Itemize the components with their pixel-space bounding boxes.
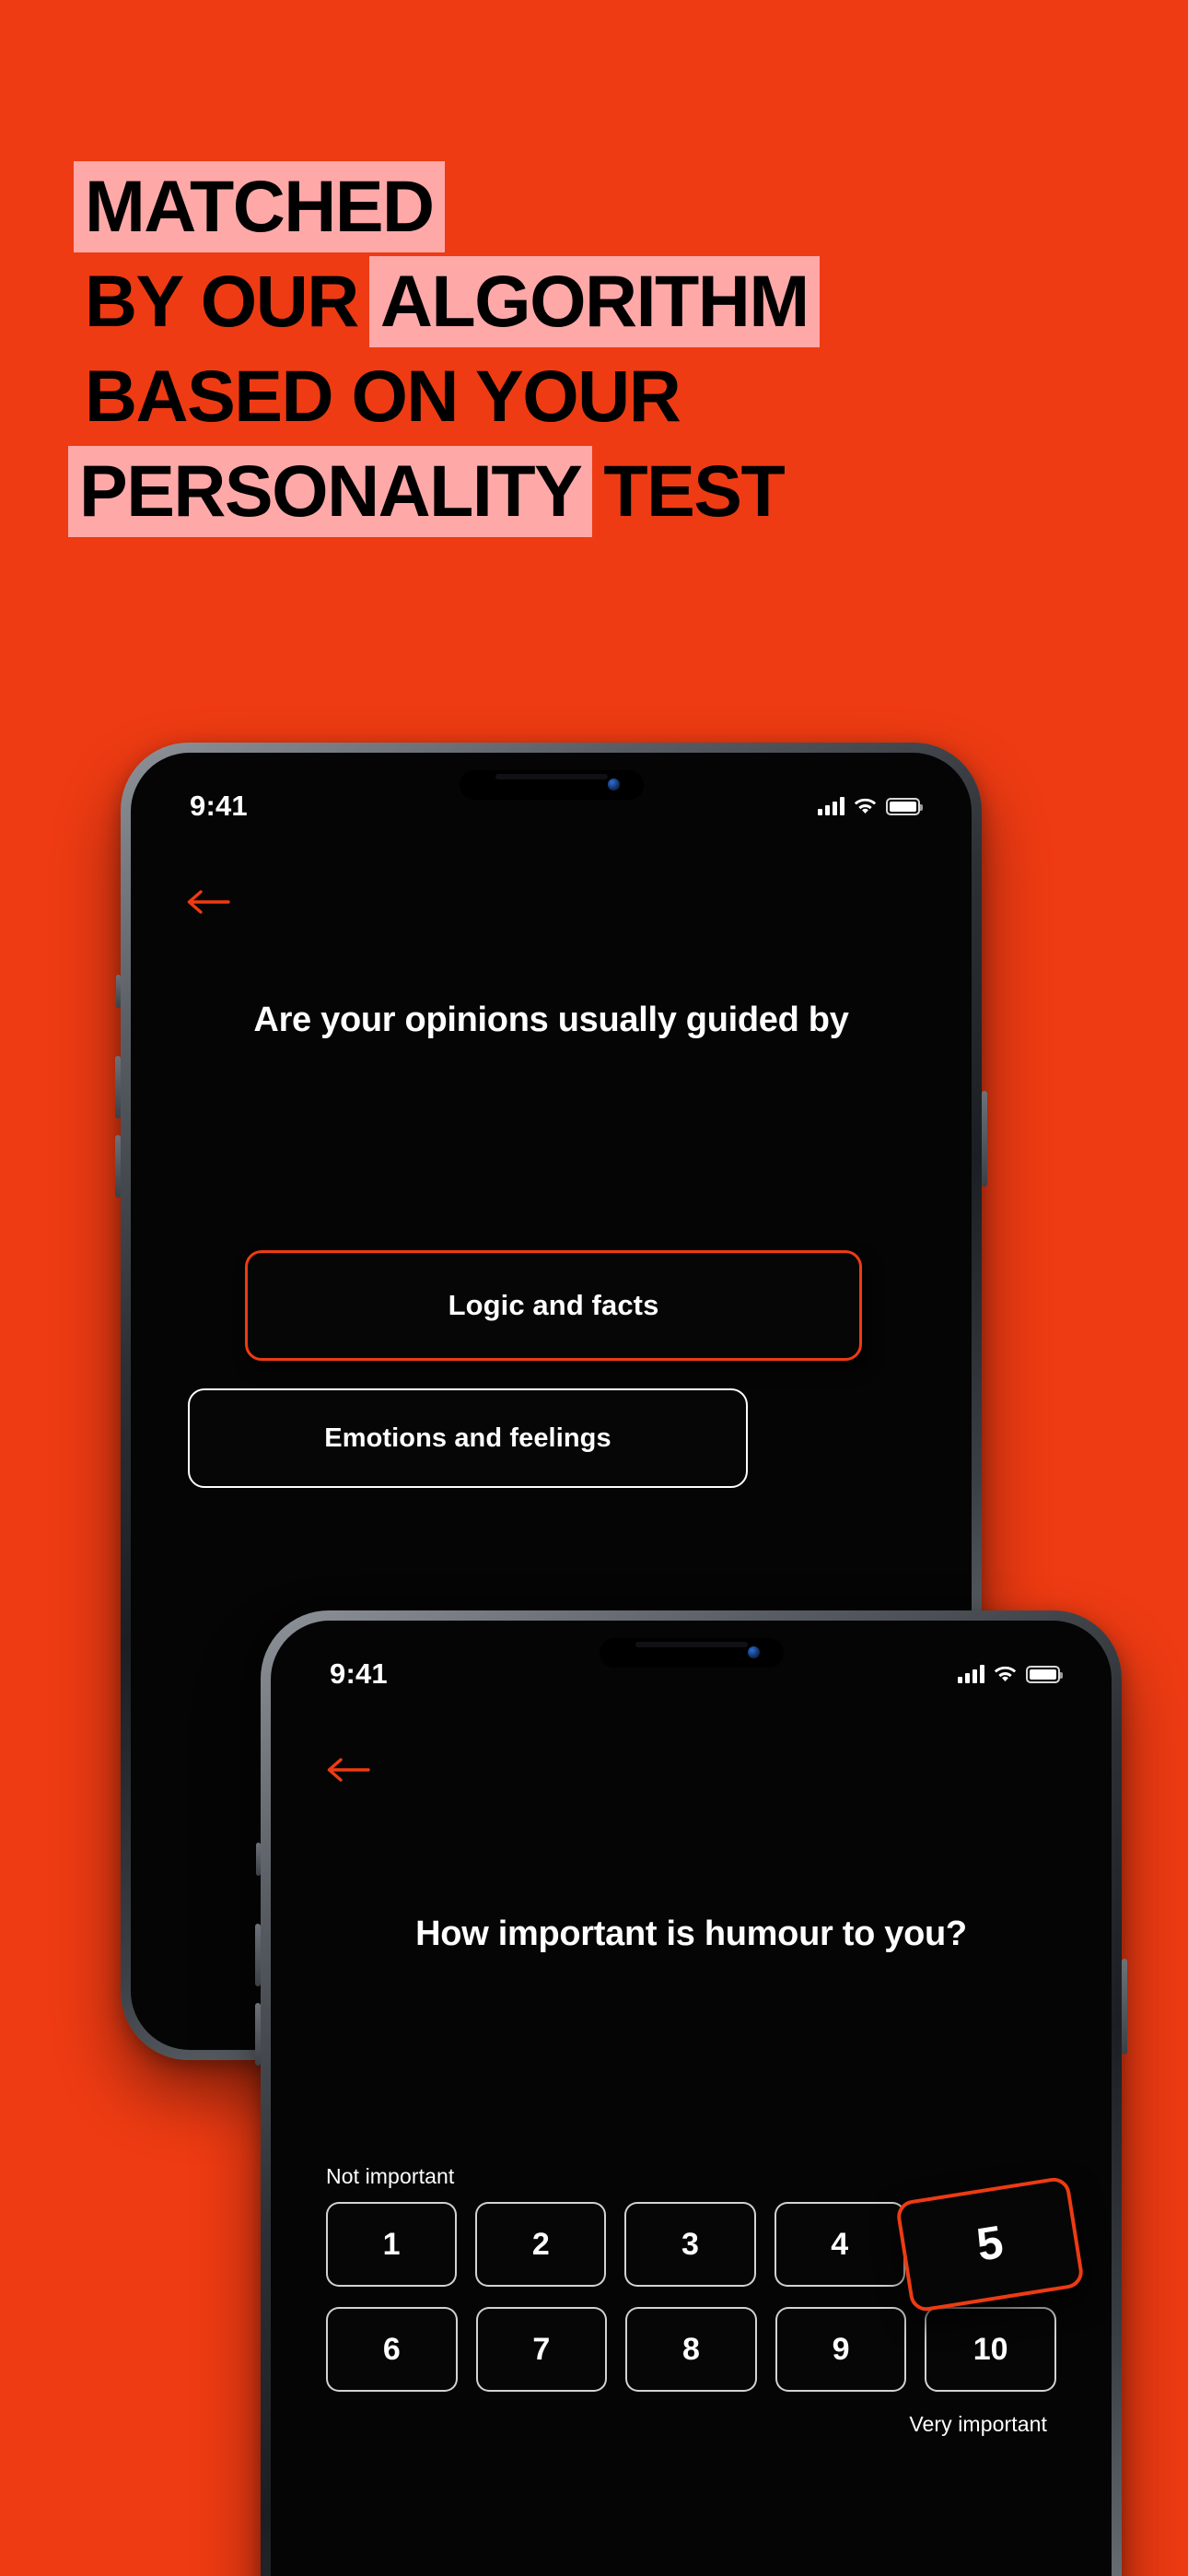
answer-option-label: Emotions and feelings [324,1423,611,1453]
headline-segment-matched: MATCHED [74,161,445,253]
status-bar-time: 9:41 [330,1657,388,1690]
rating-option-3[interactable]: 3 [624,2202,756,2287]
headline-segment-by-our: BY OUR [85,260,359,343]
rating-option-8[interactable]: 8 [625,2307,757,2392]
rating-scale: Not important 1 2 3 4 5 6 7 8 9 10 Very … [326,2164,1086,2437]
screen-content-bottom: How important is humour to you? Not impo… [271,1621,1112,2576]
headline-segment-personality: PERSONALITY [68,446,593,538]
cellular-signal-icon [818,797,844,815]
status-bar-time: 9:41 [190,790,248,822]
rating-option-9[interactable]: 9 [775,2307,907,2392]
phone-mute-switch[interactable] [256,1843,261,1876]
rating-option-4[interactable]: 4 [774,2202,905,2287]
rating-option-6[interactable]: 6 [326,2307,458,2392]
phone-mockup-bottom: 9:41 How important is humour to you? Not… [255,1610,1127,2576]
rating-option-2[interactable]: 2 [475,2202,607,2287]
phone-power-button[interactable] [1122,1959,1127,2055]
headline-segment-test: TEST [603,450,785,533]
phone-power-button[interactable] [982,1091,987,1187]
question-title: How important is humour to you? [415,1914,967,1953]
scale-high-label: Very important [909,2412,1047,2436]
battery-icon [1026,1665,1063,1683]
question-title: Are your opinions usually guided by [253,1001,849,1039]
answer-option-label: Logic and facts [448,1289,659,1321]
back-arrow-icon[interactable] [186,886,230,918]
rating-option-1[interactable]: 1 [326,2202,458,2287]
phone-volume-down-button[interactable] [115,1135,121,1198]
answer-option-emotions-and-feelings[interactable]: Emotions and feelings [188,1388,748,1488]
headline-line-1: MATCHED [74,161,1114,253]
headline-line-3: BASED ON YOUR [74,351,1114,442]
phone-volume-up-button[interactable] [255,1924,261,1986]
scale-low-label: Not important [326,2164,455,2188]
battery-icon [886,797,923,815]
rating-option-5-selected[interactable]: 5 [894,2175,1086,2313]
headline-line-4: PERSONALITY TEST [68,446,1114,538]
wifi-icon [994,1666,1017,1683]
rating-scale-row-2: 6 7 8 9 10 [326,2307,1056,2392]
phone-screen-bottom: 9:41 How important is humour to you? Not… [271,1621,1112,2576]
status-bar-indicators [818,797,923,815]
headline-segment-based-on-your: BASED ON YOUR [85,355,681,438]
rating-option-10[interactable]: 10 [925,2307,1056,2392]
page-headline: MATCHED BY OUR ALGORITHM BASED ON YOUR PE… [68,161,1114,541]
phone-volume-down-button[interactable] [255,2003,261,2066]
cellular-signal-icon [958,1665,984,1683]
headline-segment-algorithm: ALGORITHM [368,256,820,348]
status-bar-indicators [958,1665,1063,1683]
status-bar: 9:41 [271,1652,1112,1696]
answer-option-logic-and-facts[interactable]: Logic and facts [245,1250,862,1361]
wifi-icon [854,798,877,815]
earpiece-speaker-icon [635,1642,748,1647]
earpiece-speaker-icon [495,774,608,779]
app-store-screenshot: MATCHED BY OUR ALGORITHM BASED ON YOUR PE… [0,0,1188,2576]
phone-mute-switch[interactable] [116,975,121,1008]
status-bar: 9:41 [131,784,972,828]
rating-option-7[interactable]: 7 [475,2307,608,2392]
back-arrow-icon[interactable] [326,1754,370,1786]
rating-scale-row-1: 1 2 3 4 5 [326,2175,1086,2313]
phone-volume-up-button[interactable] [115,1056,121,1118]
headline-line-2: BY OUR ALGORITHM [74,256,1114,348]
